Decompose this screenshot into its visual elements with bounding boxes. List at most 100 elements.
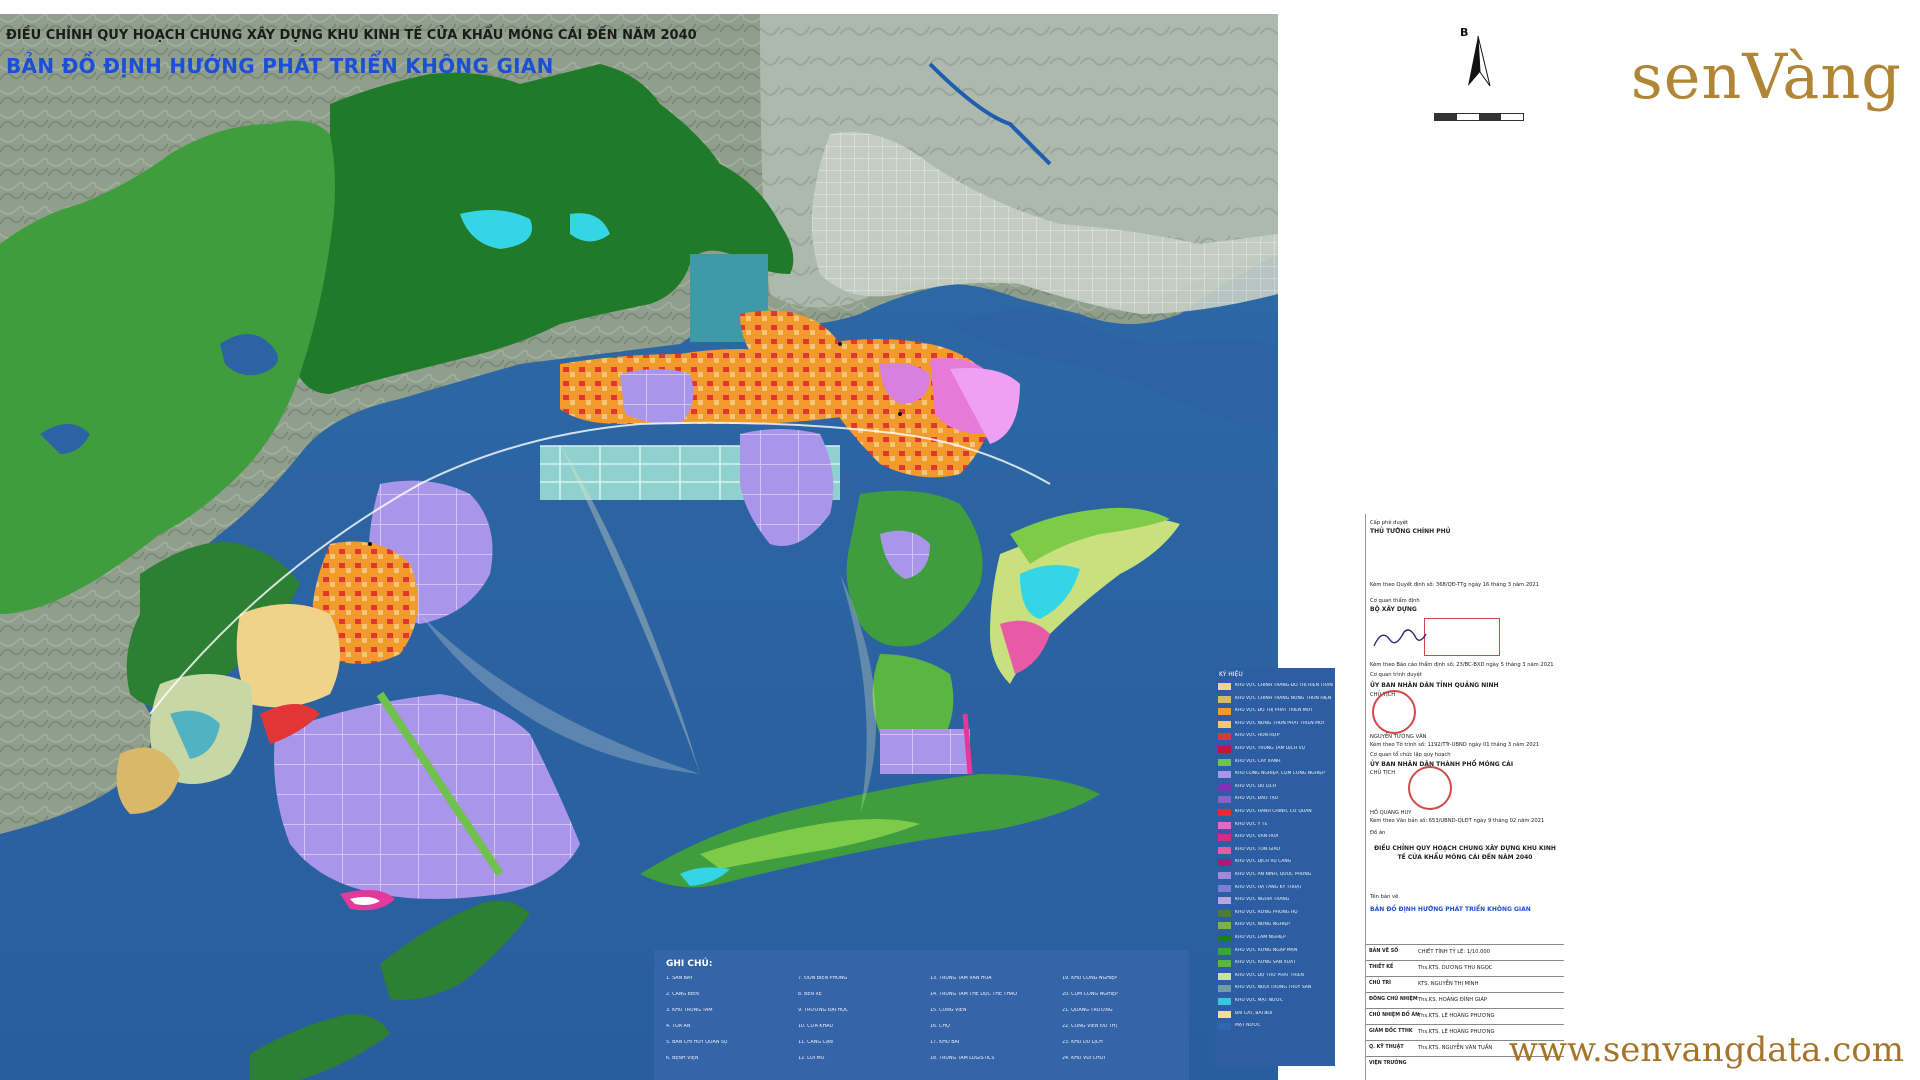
submitter-name: NGUYỄN TƯỜNG VĂN — [1370, 734, 1427, 740]
organizer-name: HỒ QUANG HUY — [1370, 810, 1412, 816]
legend-item: KHU VỰC NÔNG NGHIỆP — [1218, 921, 1334, 931]
legend-item: KHU VỰC NUÔI TRỒNG THỦY SẢN — [1218, 984, 1334, 994]
legend-label: KHU VỰC DỰ TRỮ PHÁT TRIỂN — [1235, 972, 1304, 978]
title-block-row: THIẾT KẾ Ths.KTS. DƯƠNG THU NGỌC — [1366, 960, 1564, 976]
legend-swatch — [1218, 909, 1231, 917]
note-item: 22. CÔNG VIÊN ĐÔ THỊ — [1062, 1024, 1117, 1029]
note-item: 13. TRUNG TÂM VĂN HÓA — [930, 976, 992, 981]
legend-label: KHU VỰC NÔNG THÔN PHÁT TRIỂN MỚI — [1235, 720, 1325, 726]
legend-label: KHU VỰC NGHĨA TRANG — [1235, 897, 1290, 903]
legend-item: KHU VỰC HÀNH CHÍNH, CƠ QUAN — [1218, 808, 1334, 818]
sheet-label: Tên bản vẽ — [1370, 894, 1399, 900]
decision-text: Kèm theo Quyết định số: 368/QĐ-TTg ngày … — [1370, 582, 1540, 588]
title-block-row: ĐÔNG CHỦ NHIỆM Ths.KS. HOÀNG ĐÌNH GIÁP — [1366, 992, 1564, 1008]
title-block-row: BẢN VẼ SỐ CHIẾT TÍNH TỶ LỆ: 1/10.000 — [1366, 944, 1564, 960]
legend-item: KHU VỰC CHỈNH TRANG ĐÔ THỊ HIỆN TRẠNG — [1218, 682, 1334, 692]
approve-level-label: Cấp phê duyệt — [1370, 520, 1409, 526]
appraiser-signature — [1373, 629, 1427, 647]
legend-item: KHU VỰC DỊCH VỤ CẢNG — [1218, 858, 1334, 868]
note-item: 6. BỆNH VIỆN — [666, 1056, 699, 1061]
legend-item: KHU VỰC RỪNG SẢN XUẤT — [1218, 959, 1334, 969]
appraiser-label: Cơ quan thẩm định — [1370, 598, 1420, 604]
legend-label: BÃI CÁT, BÃI BỒI — [1235, 1010, 1273, 1016]
submitter-label: Cơ quan trình duyệt — [1370, 672, 1422, 678]
legend-swatch — [1218, 935, 1231, 942]
legend-item: KHU VỰC TRUNG TÂM DỊCH VỤ — [1218, 745, 1334, 755]
legend-label: KHU VỰC RỪNG SẢN XUẤT — [1235, 960, 1296, 966]
organizer: ỦY BAN NHÂN DÂN THÀNH PHỐ MÓNG CÁI — [1370, 761, 1514, 768]
row-value: Ths.KTS. NGUYỄN VĂN TUẤN — [1418, 1045, 1493, 1051]
map-legend: KÝ HIỆU KHU VỰC CHỈNH TRANG ĐÔ THỊ HIỆN … — [1215, 668, 1335, 1066]
note-item: 18. TRUNG TÂM LOGISTICS — [930, 1056, 995, 1061]
project-name: ĐIỀU CHỈNH QUY HOẠCH CHUNG XÂY DỰNG KHU … — [1374, 845, 1556, 861]
legend-label: KHU VỰC ĐÀO TẠO — [1235, 796, 1279, 802]
legend-swatch — [1218, 1010, 1231, 1018]
note-item: 5. BAN CHỈ HUY QUÂN SỰ — [666, 1040, 729, 1045]
legend-item: MẶT NƯỚC — [1218, 1022, 1334, 1032]
legend-swatch — [1218, 708, 1231, 716]
legend-label: KHU VỰC RỪNG PHÒNG HỘ — [1235, 909, 1298, 915]
row-key: BẢN VẼ SỐ — [1369, 949, 1399, 954]
title-block: Cấp phê duyệt THỦ TƯỚNG CHÍNH PHỦ Kèm th… — [1365, 514, 1564, 1080]
row-value: CHIẾT TÍNH TỶ LỆ: 1/10.000 — [1418, 949, 1491, 955]
legend-swatch — [1218, 720, 1231, 728]
row-key: GIÁM ĐỐC TTHK — [1369, 1029, 1413, 1034]
legend-label: KHU VỰC HÀNH CHÍNH, CƠ QUAN — [1235, 809, 1312, 814]
organizer-label: Cơ quan tổ chức lập quy hoạch — [1370, 752, 1451, 758]
legend-swatch — [1218, 872, 1231, 879]
title-block-row: CHỦ NHIỆM ĐỒ ÁN Ths.KTS. LÊ HOÀNG PHƯƠNG — [1366, 1008, 1564, 1024]
legend-label: KHU VỰC VĂN HÓA — [1235, 834, 1279, 840]
legend-label: MẶT NƯỚC — [1235, 1023, 1261, 1029]
note-item: 24. KHU VUI CHƠI — [1062, 1056, 1106, 1061]
legend-label: KHU VỰC TÔN GIÁO — [1235, 846, 1281, 852]
row-key: CHỦ TRÌ — [1369, 981, 1391, 986]
legend-item: KHU VỰC ĐÔ THỊ PHÁT TRIỂN MỚI — [1218, 707, 1334, 717]
note-item: 16. CHỢ — [930, 1024, 951, 1029]
legend-swatch — [1218, 960, 1231, 968]
legend-label: KHU VỰC CÂY XANH — [1235, 758, 1281, 764]
legend-item: KHU VỰC NGHĨA TRANG — [1218, 896, 1334, 906]
legend-swatch — [1218, 758, 1231, 766]
row-value: KTS. NGUYỄN THỊ MINH — [1418, 981, 1479, 987]
map-notes: GHI CHÚ: 1. SÂN BAY 2. CẢNG BIỂN 3. KHU TR… — [654, 950, 1189, 1080]
legend-label: KHU VỰC CHỈNH TRANG NÔNG THÔN HIỆN TRẠNG — [1235, 695, 1333, 701]
note-item: 1. SÂN BAY — [666, 976, 693, 981]
legend-swatch — [1218, 809, 1231, 816]
row-value: Ths.KTS. LÊ HOÀNG PHƯƠNG — [1418, 1029, 1495, 1035]
legend-swatch — [1218, 947, 1231, 955]
organizer-doc: Kèm theo Văn bản số: 653/UBND-QLĐT ngày … — [1370, 818, 1545, 824]
appraisal-stamp — [1424, 618, 1500, 656]
legend-label: KHU VỰC AN NINH, QUỐC PHÒNG — [1235, 872, 1312, 877]
legend-label: KHU VỰC Y TẾ — [1235, 821, 1268, 827]
note-item: 12. LỐI MỞ — [798, 1056, 826, 1061]
legend-swatch — [1218, 859, 1231, 867]
legend-item: KHU VỰC Y TẾ — [1218, 821, 1334, 831]
note-item: 7. ĐỒN BIÊN PHÒNG — [798, 976, 848, 981]
map-subtitle: BẢN ĐỒ ĐỊNH HƯỚNG PHÁT TRIỂN KHÔNG GIAN — [6, 54, 554, 78]
legend-label: KHU VỰC HỖN HỢP — [1235, 733, 1280, 739]
appraiser: BỘ XÂY DỰNG — [1370, 606, 1417, 613]
submitter: ỦY BAN NHÂN DÂN TỈNH QUẢNG NINH — [1370, 682, 1499, 689]
legend-label: KHU VỰC DU LỊCH — [1235, 783, 1277, 789]
legend-item: KHU VỰC NÔNG THÔN PHÁT TRIỂN MỚI — [1218, 720, 1334, 730]
legend-swatch — [1218, 796, 1231, 804]
legend-item: KHU CÔNG NGHIỆP, CỤM CÔNG NGHIỆP — [1218, 770, 1334, 780]
legend-label: KHU VỰC DỊCH VỤ CẢNG — [1235, 859, 1292, 865]
legend-label: KHU VỰC ĐÔ THỊ PHÁT TRIỂN MỚI — [1235, 708, 1313, 714]
note-item: 4. TÒA ÁN — [666, 1024, 691, 1029]
map-title: ĐIỀU CHỈNH QUY HOẠCH CHUNG XÂY DỰNG KHU … — [6, 28, 697, 43]
row-key: CHỦ NHIỆM ĐỒ ÁN — [1369, 1013, 1420, 1018]
appraisal-report: Kèm theo Báo cáo thẩm định số: 23/BC-BXD… — [1370, 662, 1554, 668]
note-item: 2. CẢNG BIỂN — [666, 992, 699, 997]
submitter-seal — [1372, 690, 1416, 734]
legend-item: KHU VỰC RỪNG NGẬP MẶN — [1218, 947, 1334, 957]
row-value: Ths.KTS. DƯƠNG THU NGỌC — [1418, 965, 1493, 971]
legend-item: KHU VỰC DỰ TRỮ PHÁT TRIỂN — [1218, 972, 1334, 982]
legend-item: KHU VỰC CÂY XANH — [1218, 758, 1334, 768]
legend-item: KHU VỰC DU LỊCH — [1218, 783, 1334, 793]
legend-label: KHU VỰC LÂM NGHIỆP — [1235, 935, 1286, 940]
row-value: Ths.KS. HOÀNG ĐÌNH GIÁP — [1418, 997, 1487, 1003]
note-item: 11. CẢNG CẠN — [798, 1040, 833, 1045]
note-item: 14. TRUNG TÂM THỂ DỤC THỂ THAO — [930, 992, 1018, 997]
note-item: 19. KHU CÔNG NGHIỆP — [1062, 976, 1118, 981]
